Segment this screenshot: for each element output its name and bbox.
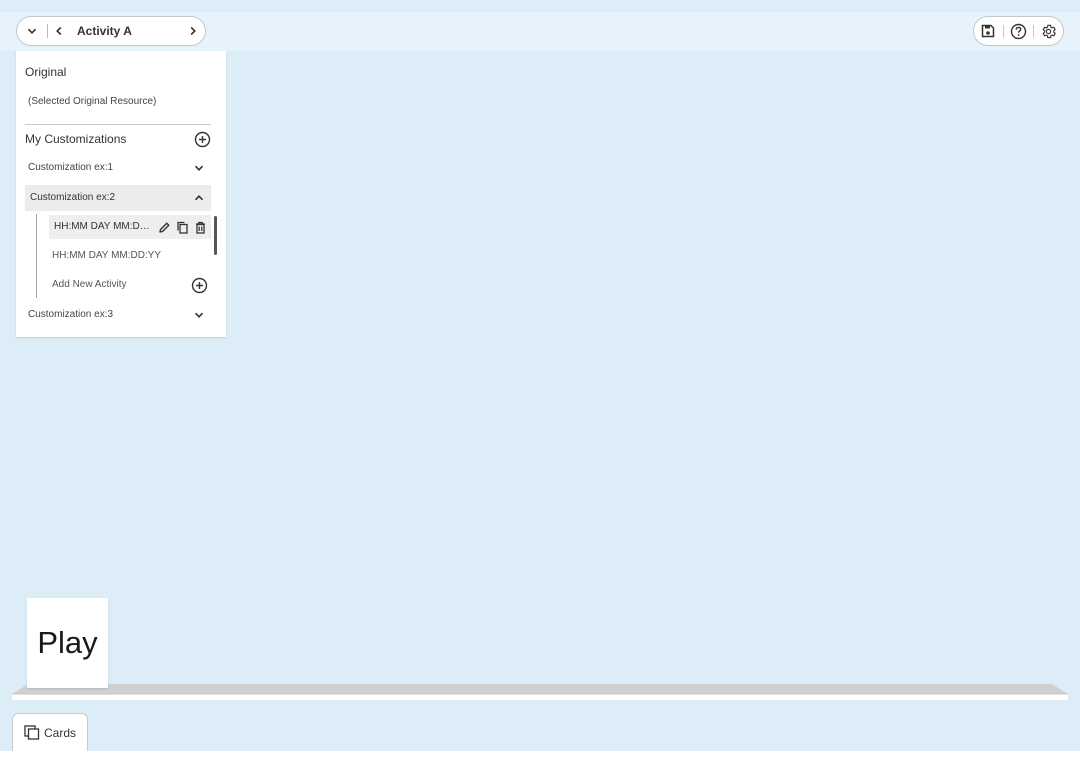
- customization-label: Customization ex:2: [30, 192, 116, 203]
- activity-item-selected[interactable]: HH:MM DAY MM:DD:YY: [49, 215, 211, 239]
- play-card[interactable]: Play: [27, 598, 108, 688]
- save-icon[interactable]: [977, 20, 999, 42]
- customization-label: Customization ex:3: [28, 309, 114, 320]
- customizations-heading: My Customizations: [25, 132, 127, 146]
- customization-label: Customization ex:1: [28, 162, 114, 173]
- customization-item-expanded[interactable]: Customization ex:2: [25, 185, 211, 211]
- edit-icon[interactable]: [157, 219, 172, 235]
- separator: [47, 24, 48, 38]
- card-shelf: [12, 684, 1068, 700]
- activity-title: Activity A: [77, 24, 132, 38]
- chevron-up-icon[interactable]: [191, 190, 207, 206]
- add-customization-icon[interactable]: [193, 130, 211, 148]
- customization-panel: Original (Selected Original Resource) My…: [16, 51, 226, 337]
- customization-item[interactable]: Customization ex:1: [25, 155, 211, 181]
- add-activity-label: Add New Activity: [52, 279, 127, 290]
- cards-button[interactable]: Cards: [12, 713, 88, 751]
- chevron-right-icon[interactable]: [185, 17, 201, 45]
- delete-icon[interactable]: [193, 219, 208, 235]
- customization-item[interactable]: Customization ex:3: [25, 302, 211, 328]
- help-icon[interactable]: [1007, 20, 1029, 42]
- settings-icon[interactable]: [1037, 20, 1059, 42]
- cards-label: Cards: [43, 725, 76, 740]
- activity-label: HH:MM DAY MM:DD:YY: [52, 250, 162, 261]
- scrollbar-thumb[interactable]: [214, 216, 217, 255]
- activity-label: HH:MM DAY MM:DD:YY: [54, 221, 152, 232]
- add-activity-item[interactable]: Add New Activity: [49, 273, 211, 297]
- original-resource[interactable]: (Selected Original Resource): [28, 96, 156, 107]
- chevron-down-icon[interactable]: [191, 307, 207, 323]
- original-heading: Original: [25, 65, 67, 79]
- chevron-down-icon[interactable]: [191, 160, 207, 176]
- tree-line: [36, 214, 37, 298]
- activity-item[interactable]: HH:MM DAY MM:DD:YY: [49, 244, 211, 268]
- chevron-left-icon[interactable]: [51, 17, 67, 45]
- copy-icon[interactable]: [175, 219, 190, 235]
- chevron-down-icon[interactable]: [23, 17, 41, 45]
- separator: [1003, 25, 1004, 38]
- separator: [1033, 25, 1034, 38]
- activity-navigator: Activity A: [16, 16, 206, 46]
- add-activity-icon[interactable]: [190, 276, 208, 294]
- toolbar-actions: [973, 16, 1064, 46]
- cards-icon: [24, 725, 40, 740]
- divider: [25, 124, 211, 125]
